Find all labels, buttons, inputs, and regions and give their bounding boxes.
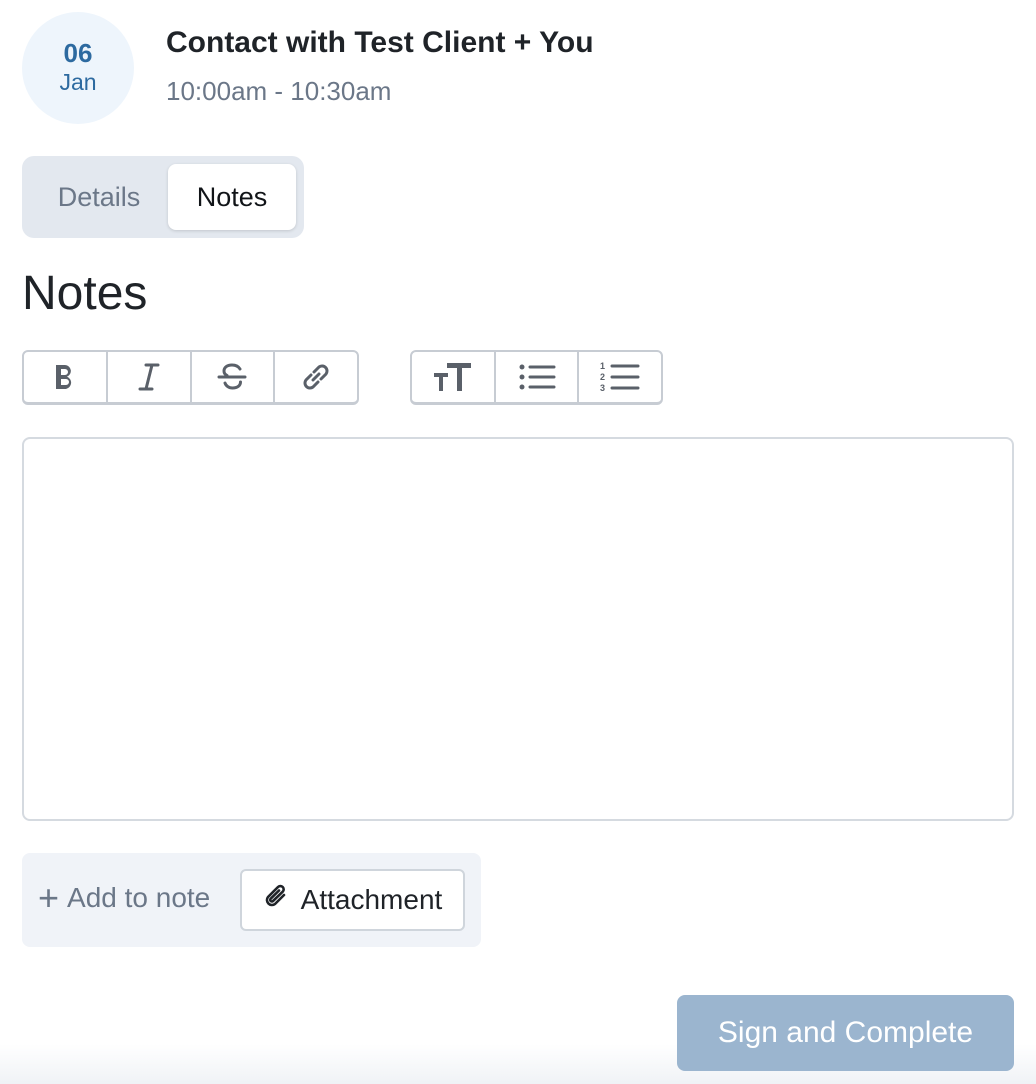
strikethrough-icon — [216, 362, 248, 392]
numbered-list-button[interactable]: 123 — [579, 352, 661, 402]
add-to-note-label: Add to note — [67, 882, 211, 913]
tab-notes[interactable]: Notes — [168, 164, 296, 230]
date-month: Jan — [59, 69, 97, 95]
bullet-list-icon — [518, 362, 556, 392]
strikethrough-button[interactable] — [192, 352, 276, 402]
appointment-title: Contact with Test Client + You — [166, 26, 594, 59]
attachment-button[interactable]: Attachment — [240, 869, 465, 931]
link-icon — [299, 360, 333, 394]
tab-details[interactable]: Details — [30, 164, 168, 230]
svg-text:3: 3 — [600, 383, 605, 393]
text-size-button[interactable] — [412, 352, 496, 402]
attachment-label: Attachment — [300, 884, 443, 915]
bullet-list-button[interactable] — [496, 352, 580, 402]
appointment-time: 10:00am - 10:30am — [166, 76, 392, 106]
text-size-icon — [433, 361, 473, 393]
italic-button[interactable] — [108, 352, 192, 402]
svg-text:1: 1 — [600, 361, 605, 371]
appointment-notes-panel: 06 Jan Contact with Test Client + You 10… — [0, 0, 1036, 1084]
plus-icon: + — [38, 877, 60, 918]
date-badge: 06 Jan — [22, 12, 134, 124]
italic-icon — [137, 362, 161, 392]
sign-and-complete-button[interactable]: Sign and Complete — [677, 995, 1014, 1071]
add-to-note-button[interactable]: + Add to note — [38, 877, 211, 918]
bold-icon — [52, 362, 78, 392]
numbered-list-icon: 123 — [600, 360, 640, 394]
block-toolbar-group: 123 — [410, 350, 663, 405]
format-toolbar-group — [22, 350, 359, 405]
paperclip-icon — [263, 883, 289, 918]
svg-text:2: 2 — [600, 372, 605, 382]
bold-button[interactable] — [24, 352, 108, 402]
add-to-note-bar: + Add to note Attachment — [22, 853, 481, 947]
link-button[interactable] — [275, 352, 357, 402]
notes-editor[interactable] — [22, 437, 1014, 821]
notes-heading: Notes — [22, 267, 148, 320]
tab-switcher: Details Notes — [22, 156, 304, 238]
date-day: 06 — [63, 38, 93, 68]
